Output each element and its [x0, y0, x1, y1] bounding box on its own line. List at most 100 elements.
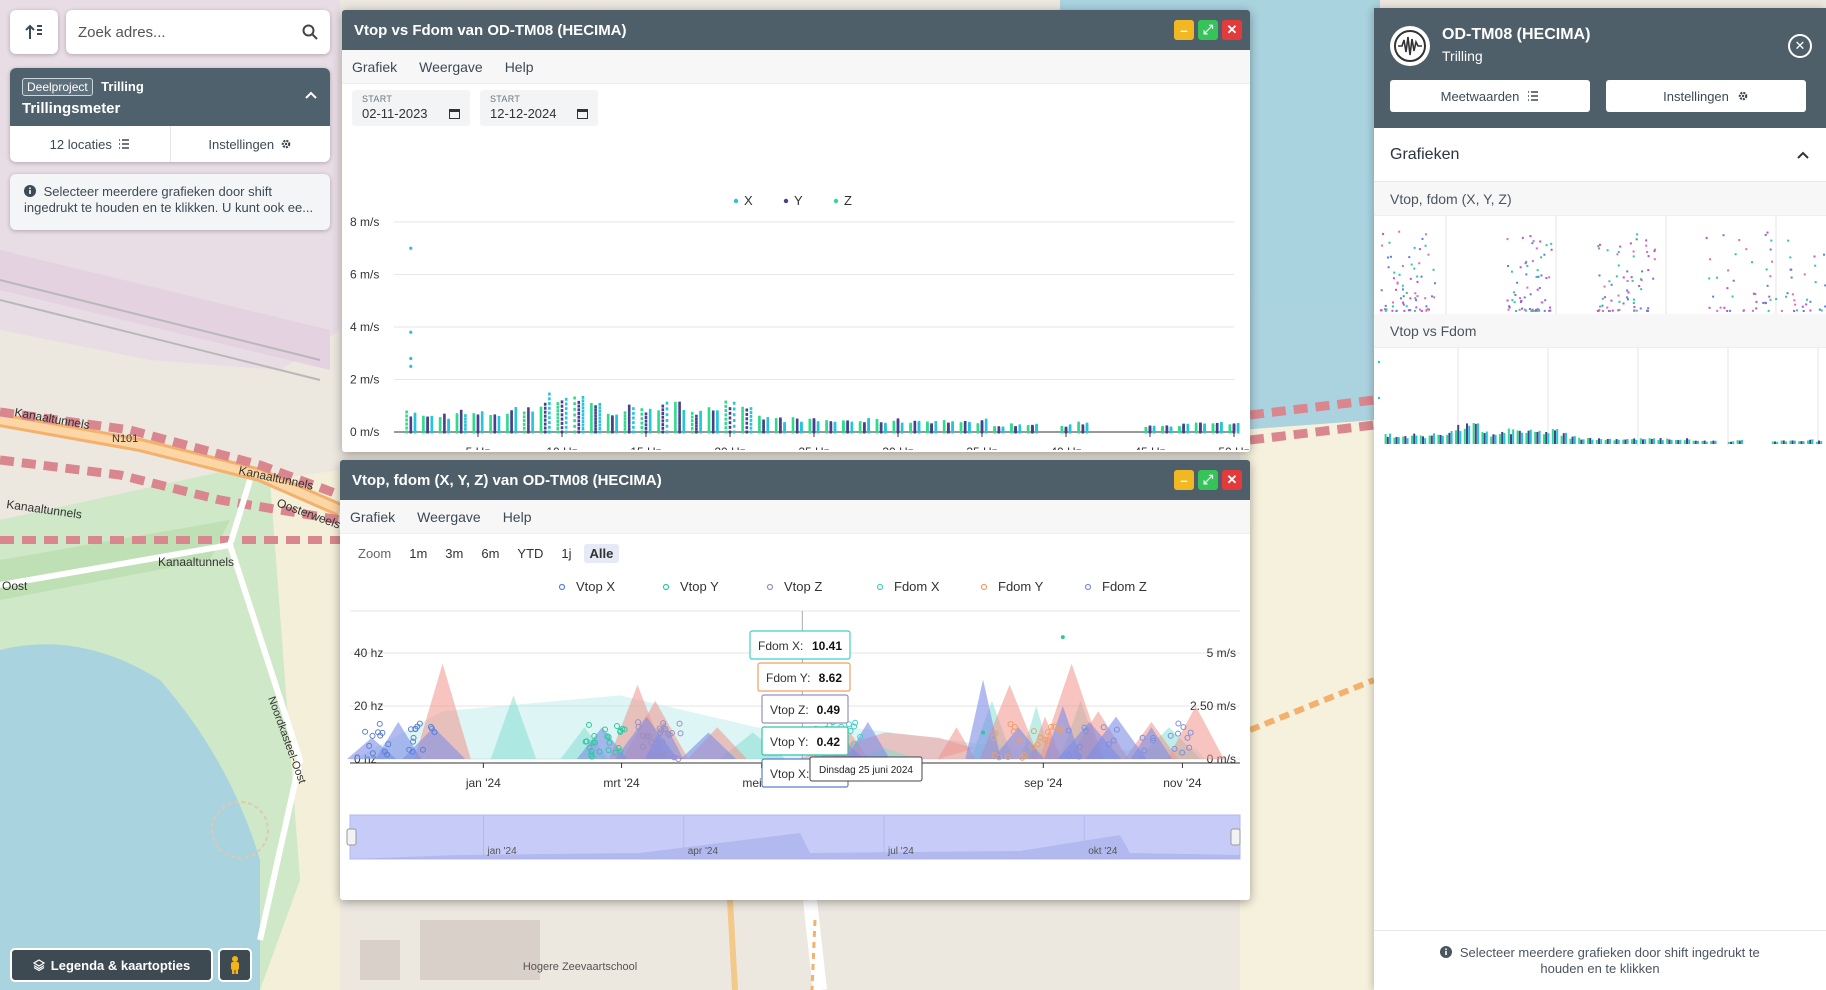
data-point	[657, 410, 660, 414]
data-point	[707, 407, 711, 411]
thumb-point	[1399, 297, 1402, 300]
collapse-panel-button[interactable]	[10, 10, 58, 54]
thumb-point	[1537, 308, 1540, 311]
thumb-point	[1601, 304, 1604, 307]
thumb-point	[1809, 309, 1812, 312]
data-point	[1001, 426, 1005, 430]
chevron-up-icon[interactable]	[1796, 148, 1810, 162]
data-point	[594, 405, 597, 409]
chart-thumb-1[interactable]	[1374, 216, 1826, 314]
thumb-bar	[1776, 441, 1779, 444]
close-button[interactable]: ✕	[1222, 20, 1242, 40]
thumb-bar	[1397, 437, 1400, 444]
search-icon[interactable]	[302, 24, 318, 40]
zoom-alle[interactable]: Alle	[583, 544, 620, 563]
search-input[interactable]	[78, 23, 302, 41]
data-point	[745, 426, 749, 430]
zoom-1j[interactable]: 1j	[555, 544, 577, 563]
map-label-n101: N101	[112, 433, 138, 445]
navigator-handle[interactable]	[346, 828, 357, 846]
data-point	[745, 412, 749, 416]
close-button[interactable]: ✕	[1222, 470, 1242, 490]
thumb-bar	[1675, 440, 1677, 444]
thumb-bar	[1670, 439, 1673, 444]
data-point	[623, 424, 627, 428]
data-point	[980, 420, 984, 424]
data-point	[598, 420, 602, 424]
minimize-button[interactable]: –	[1174, 470, 1194, 490]
thumb-point	[1518, 308, 1521, 311]
locations-button[interactable]: 12 locaties	[10, 126, 171, 162]
menu-weergave[interactable]: Weergave	[419, 59, 483, 75]
thumb-point	[1413, 246, 1416, 249]
x-tick-label: 15 Hz	[630, 445, 661, 450]
menu-grafiek[interactable]: Grafiek	[350, 509, 395, 525]
address-search[interactable]	[66, 10, 330, 54]
legend-marker	[876, 583, 884, 591]
streetview-button[interactable]	[218, 948, 252, 982]
thumb-bar	[1446, 434, 1449, 444]
zoom-6m[interactable]: 6m	[475, 544, 505, 563]
legend-marker-y	[783, 198, 789, 204]
detail-close-button[interactable]: ✕	[1788, 34, 1812, 58]
legend-button[interactable]: Legenda & kaartopties	[10, 948, 213, 982]
maximize-button[interactable]: ⤢	[1198, 20, 1218, 40]
thumb-point	[1535, 275, 1538, 278]
zoom-1m[interactable]: 1m	[403, 544, 433, 563]
thumb-point	[1414, 297, 1417, 300]
start-date-input[interactable]: START 02-11-2023	[352, 90, 470, 126]
vtop-fdom-chart[interactable]: X Y Z 0 m/s 2 m/s 4 m/s 6 m/s 8 m/s 5 Hz 10 Hz 15 …	[342, 132, 1250, 450]
thumb-bar	[1650, 438, 1653, 444]
data-point	[514, 422, 518, 426]
thumb-bar	[1389, 433, 1391, 444]
maximize-button[interactable]: ⤢	[1198, 470, 1218, 490]
window-vtop-vs-fdom[interactable]: Vtop vs Fdom van OD-TM08 (HECIMA) – ⤢ ✕ …	[342, 10, 1250, 452]
calendar-icon[interactable]	[449, 108, 460, 119]
grafieken-section-header[interactable]: Grafieken	[1374, 128, 1826, 182]
thumb-point	[1523, 296, 1526, 299]
chart-thumb-1-label[interactable]: Vtop, fdom (X, Y, Z)	[1374, 182, 1826, 216]
data-point	[858, 421, 862, 425]
end-date-input[interactable]: START 12-12-2024	[480, 90, 598, 126]
thumb-point	[1755, 300, 1758, 303]
thumb-bar	[1714, 440, 1717, 444]
project-settings-button[interactable]: Instellingen	[171, 126, 331, 162]
chart-thumb-2-label[interactable]: Vtop vs Fdom	[1374, 314, 1826, 348]
menu-weergave[interactable]: Weergave	[417, 509, 481, 525]
window-vtop-fdom-xyz[interactable]: Vtop, fdom (X, Y, Z) van OD-TM08 (HECIMA…	[340, 460, 1250, 900]
navigator-handle[interactable]	[1230, 828, 1241, 846]
window-title-bar[interactable]: Vtop vs Fdom van OD-TM08 (HECIMA) – ⤢ ✕	[342, 10, 1250, 50]
data-point	[690, 411, 694, 415]
data-point-outlier	[409, 246, 413, 250]
zoom-ytd[interactable]: YTD	[511, 544, 549, 563]
minimize-button[interactable]: –	[1174, 20, 1194, 40]
thumb-bar	[1556, 429, 1559, 444]
thumb-point	[1708, 277, 1711, 280]
meetwaarden-button[interactable]: Meetwaarden	[1390, 80, 1590, 112]
thumb-point	[1606, 306, 1609, 309]
chart-thumb-2[interactable]	[1374, 348, 1826, 446]
left-axis-label: 40 hz	[354, 646, 383, 660]
menu-grafiek[interactable]: Grafiek	[352, 59, 397, 75]
data-point	[699, 410, 702, 414]
pegman-icon	[231, 956, 239, 974]
data-point	[581, 427, 585, 431]
calendar-icon[interactable]	[577, 108, 588, 119]
menu-help[interactable]: Help	[503, 509, 532, 525]
thumb-bar	[1448, 432, 1451, 444]
data-point	[741, 409, 744, 413]
x-tick-label: jan '24	[465, 776, 501, 790]
data-point	[682, 409, 686, 413]
thumb-point	[1541, 301, 1544, 304]
zoom-3m[interactable]: 3m	[439, 544, 469, 563]
thumb-point	[1618, 308, 1621, 311]
detail-settings-button[interactable]: Instellingen	[1606, 80, 1806, 112]
project-header[interactable]: Deelproject Trilling Trillingsmeter	[10, 68, 330, 126]
window-title-bar[interactable]: Vtop, fdom (X, Y, Z) van OD-TM08 (HECIMA…	[340, 460, 1250, 500]
vtop-fdom-xyz-chart[interactable]: Vtop XVtop YVtop ZFdom XFdom YFdom Z0 hz…	[340, 563, 1250, 893]
data-point	[695, 414, 698, 418]
thumb-point	[1636, 233, 1639, 236]
chevron-up-icon[interactable]	[304, 88, 318, 102]
thumb-bar	[1580, 439, 1583, 444]
menu-help[interactable]: Help	[505, 59, 534, 75]
